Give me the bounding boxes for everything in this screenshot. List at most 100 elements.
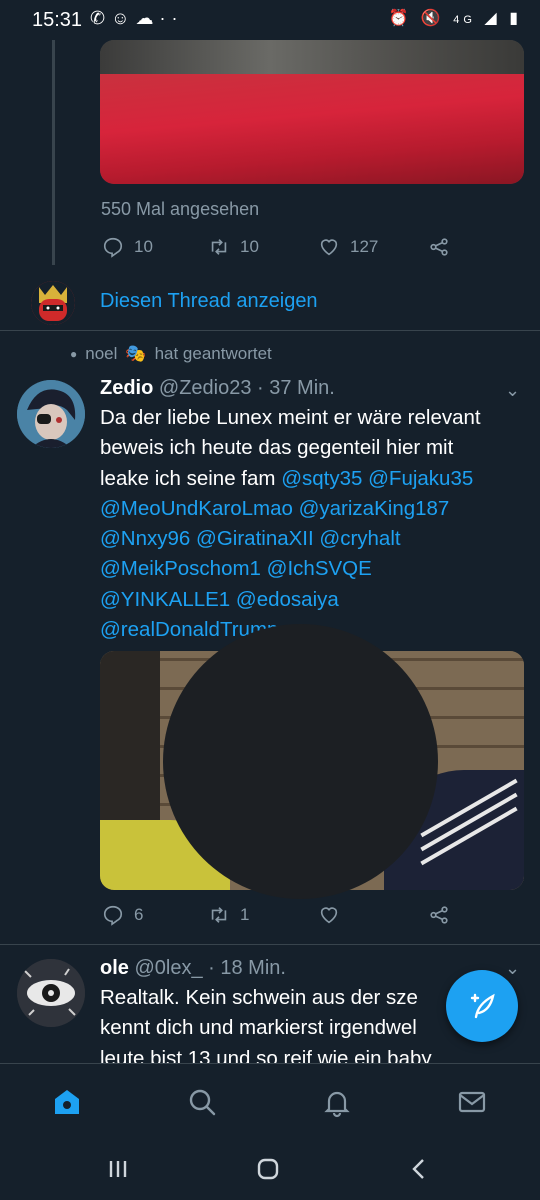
nav-home[interactable] — [51, 1086, 83, 1118]
tweet-divider — [0, 944, 540, 945]
reply-icon — [103, 905, 123, 926]
author-avatar[interactable] — [17, 959, 85, 1027]
retweet-button[interactable]: 10 — [208, 236, 259, 258]
tweet2-line: beweis ich heute das gegenteil hier mit — [100, 436, 454, 460]
status-left-icons: ✆☺☁·· — [90, 8, 183, 29]
mention-link[interactable]: @YINKALLE1 — [100, 588, 230, 611]
bell-icon — [324, 1091, 350, 1118]
chevron-down-icon[interactable]: ⌄ — [505, 958, 520, 979]
status-right-icons: ⏰ 🔇 4G ◢ ▮ — [389, 8, 522, 28]
reply-icon — [103, 237, 123, 258]
emoji-icon: 🎭 — [125, 344, 147, 363]
mention-link[interactable]: @yarizaKing187 — [299, 497, 450, 520]
whatsapp-icon: ✆ — [90, 8, 112, 28]
signal-icon: ◢ — [484, 10, 501, 27]
mention-link[interactable]: @cryhalt — [319, 527, 400, 550]
retweet-count: 1 — [240, 905, 250, 924]
mention-link[interactable]: @GiratinaXII — [196, 527, 314, 550]
social-context-user[interactable]: noel — [85, 344, 117, 364]
reply-button[interactable]: 10 — [102, 236, 153, 258]
retweet-count: 10 — [240, 237, 259, 256]
like-count: 127 — [350, 237, 379, 256]
author-name[interactable]: Zedio — [100, 377, 153, 399]
tweet2-actions: 6 1 — [100, 904, 520, 934]
author-meta: @Zedio23 · 37 Min. — [158, 377, 335, 399]
home-system-button[interactable] — [255, 1156, 281, 1187]
tweet-divider — [0, 330, 540, 331]
nav-search[interactable] — [186, 1086, 218, 1118]
retweet-button[interactable]: 1 — [208, 904, 249, 926]
tweet2-header: Zedio @Zedio23 · 37 Min. — [100, 377, 335, 400]
retweet-icon — [211, 907, 227, 923]
ninja-avatar-icon — [31, 281, 75, 325]
system-navigation — [0, 1140, 540, 1200]
tweet1-actions: 10 10 127 — [100, 236, 520, 266]
media-red-car — [100, 74, 524, 184]
search-icon — [189, 1089, 216, 1116]
view-count: 550 Mal angesehen — [101, 199, 260, 219]
thread-avatar[interactable] — [31, 281, 75, 325]
tweet-media-image[interactable] — [100, 40, 524, 184]
share-icon — [430, 906, 448, 924]
compose-tweet-button[interactable] — [446, 970, 518, 1042]
reply-count: 10 — [134, 237, 153, 256]
compose-feather-icon — [470, 993, 495, 1019]
home-system-icon — [257, 1158, 279, 1180]
thread-line — [52, 40, 55, 265]
mute-icon: 🔇 — [420, 10, 445, 27]
author-name[interactable]: ole — [100, 957, 129, 979]
mention-link[interactable]: @sqty35 — [281, 467, 362, 490]
status-time: 15:31 — [32, 9, 83, 31]
more-dots-icon: ·· — [159, 8, 184, 28]
mention-link[interactable]: @IchSVQE — [267, 557, 372, 580]
tweet2-text: Da der liebe Lunex meint er wäre relevan… — [100, 403, 525, 645]
heart-icon — [320, 907, 338, 924]
mentions-row: @MeoUndKaroLmao @yarizaKing187 — [100, 494, 525, 524]
recent-apps-icon — [109, 1161, 127, 1177]
cloud-icon: ☁ — [135, 8, 160, 28]
share-button[interactable] — [428, 904, 450, 926]
tweet2-line-with-mentions: leake ich seine fam @sqty35 @Fujaku35 — [100, 464, 525, 494]
share-icon — [430, 238, 448, 256]
mention-link[interactable]: @MeikPoschom1 — [100, 557, 261, 580]
back-icon — [412, 1159, 424, 1179]
jacket-stripe — [420, 792, 518, 852]
share-button[interactable] — [428, 236, 450, 258]
back-button[interactable] — [406, 1156, 432, 1187]
social-context: ● noel 🎭 hat geantwortet — [70, 344, 272, 364]
snapchat-icon: ☺ — [111, 8, 136, 28]
like-button[interactable] — [318, 904, 350, 926]
retweet-icon — [211, 239, 227, 255]
author-avatar[interactable] — [17, 380, 85, 448]
mention-link[interactable]: @MeoUndKaroLmao — [100, 497, 293, 520]
jacket-stripe — [420, 806, 518, 866]
author-meta: @0lex_ · 18 Min. — [134, 957, 286, 979]
mentions-row: @YINKALLE1 @edosaiya — [100, 585, 525, 615]
eye-avatar-icon — [17, 959, 85, 1027]
bottom-navigation — [0, 1063, 540, 1140]
mention-link[interactable]: @Fujaku35 — [368, 467, 473, 490]
mail-icon — [458, 1091, 486, 1113]
home-icon — [55, 1090, 79, 1114]
tweet3-header: ole @0lex_ · 18 Min. — [100, 957, 286, 980]
recent-apps-button[interactable] — [105, 1156, 131, 1187]
chevron-down-icon[interactable]: ⌄ — [505, 380, 520, 401]
mention-link[interactable]: @edosaiya — [236, 588, 339, 611]
redaction-circle — [163, 624, 438, 899]
tweet3-line: leute bist 13 und so reif wie ein baby — [100, 1046, 432, 1063]
reply-button[interactable]: 6 — [102, 904, 143, 926]
mention-link[interactable]: @Nnxy96 — [100, 527, 190, 550]
anime-avatar-icon — [17, 380, 85, 448]
nav-messages[interactable] — [456, 1086, 488, 1118]
show-thread-link[interactable]: Diesen Thread anzeigen — [100, 290, 318, 313]
reply-count: 6 — [134, 905, 144, 924]
battery-icon: ▮ — [509, 10, 522, 27]
nav-notifications[interactable] — [321, 1086, 353, 1118]
heart-icon — [320, 239, 338, 256]
network-4g-icon: 4G — [453, 14, 476, 26]
mentions-row: @Nnxy96 @GiratinaXII @cryhalt — [100, 524, 525, 554]
tweet2-line: leake ich seine fam — [100, 466, 276, 490]
reply-context-icon: ● — [70, 347, 78, 361]
status-bar: 15:31 ✆☺☁·· ⏰ 🔇 4G ◢ ▮ — [0, 0, 540, 40]
like-button[interactable]: 127 — [318, 236, 378, 258]
